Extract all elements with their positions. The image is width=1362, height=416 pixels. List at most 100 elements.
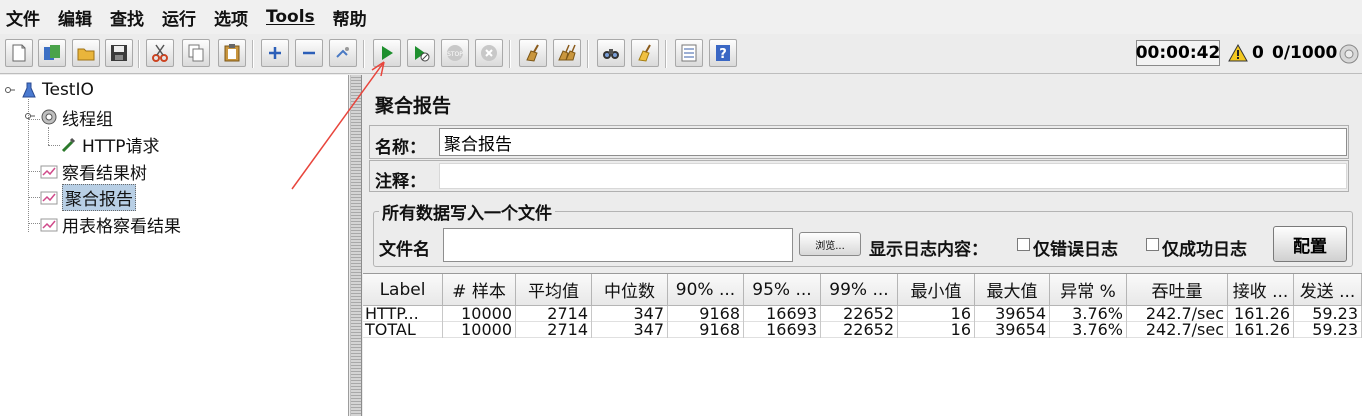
column-header[interactable]: 最小值 — [898, 274, 975, 306]
table-cell: 161.26 — [1228, 322, 1294, 338]
broom-all-icon — [558, 44, 576, 61]
search-button[interactable] — [597, 39, 625, 67]
expand-all-button[interactable] — [261, 39, 289, 67]
tree-node-thread-group[interactable]: 线程组 — [40, 105, 113, 130]
menu-file[interactable]: 文件 — [6, 5, 40, 30]
browse-button[interactable]: 浏览... — [799, 232, 861, 256]
table-cell: 16693 — [744, 322, 821, 338]
table-cell: 347 — [592, 322, 668, 338]
toolbar-separator — [138, 40, 140, 68]
table-cell: 39654 — [975, 322, 1050, 338]
column-header[interactable]: 99% ... — [821, 274, 898, 306]
column-header[interactable]: 平均值 — [516, 274, 592, 306]
paste-button[interactable] — [218, 39, 246, 67]
column-header[interactable]: 90% ... — [668, 274, 744, 306]
gear-icon — [40, 108, 58, 126]
templates-icon — [44, 45, 60, 60]
menu-help[interactable]: 帮助 — [333, 5, 367, 30]
configure-button[interactable]: 配置 — [1273, 226, 1347, 262]
table-cell: 22652 — [821, 306, 898, 322]
errors-only-checkbox[interactable] — [1017, 238, 1030, 251]
help-button[interactable]: ? — [709, 39, 737, 67]
menu-run[interactable]: 运行 — [162, 5, 196, 30]
column-header[interactable]: 发送 ... — [1294, 274, 1362, 306]
menu-edit[interactable]: 编辑 — [58, 5, 92, 30]
tree-connector — [48, 127, 49, 145]
tree-node-aggregate-report[interactable]: 聚合报告 — [40, 183, 136, 211]
tree-node-label: 察看结果树 — [62, 163, 147, 184]
filename-input[interactable] — [443, 228, 793, 262]
tree-node-label: 聚合报告 — [62, 183, 136, 211]
menu-options[interactable]: 选项 — [214, 5, 248, 30]
column-header[interactable]: Label — [363, 274, 443, 306]
start-icon — [382, 46, 393, 60]
toolbar-separator — [363, 40, 365, 68]
clear-button[interactable] — [519, 39, 547, 67]
toggle-button[interactable] — [329, 39, 357, 67]
reset-search-icon — [638, 44, 651, 62]
collapse-all-button[interactable] — [295, 39, 323, 67]
plus-icon — [269, 47, 281, 59]
results-table: Label # 样本 平均值 中位数 90% ... 95% ... 99% ... 最小值最… — [363, 273, 1362, 416]
cut-button[interactable] — [146, 39, 174, 67]
start-no-pauses-button[interactable] — [407, 39, 435, 67]
table-cell: 3.76% — [1050, 306, 1127, 322]
chart-icon — [40, 215, 58, 233]
table-cell: 22652 — [821, 322, 898, 338]
new-button[interactable] — [5, 39, 33, 67]
clear-all-button[interactable] — [553, 39, 581, 67]
table-cell: 9168 — [668, 322, 744, 338]
function-helper-button[interactable] — [675, 39, 703, 67]
chart-icon — [40, 162, 58, 180]
column-header[interactable]: 接收 ... — [1228, 274, 1294, 306]
expand-toggle-icon[interactable] — [25, 111, 35, 121]
open-button[interactable] — [72, 39, 100, 67]
column-header[interactable]: 最大值 — [975, 274, 1050, 306]
menu-search[interactable]: 查找 — [110, 5, 144, 30]
table-cell: 161.26 — [1228, 306, 1294, 322]
table-row[interactable]: HTTP... 10000 2714 347 9168 16693 22652 16 39654… — [363, 306, 1362, 322]
elapsed-timer: 00:00:42 — [1136, 40, 1220, 66]
column-header[interactable]: 中位数 — [592, 274, 668, 306]
table-cell: 242.7/sec — [1127, 322, 1228, 338]
comment-field[interactable] — [439, 163, 1347, 189]
save-button[interactable] — [105, 39, 133, 67]
table-row[interactable]: TOTAL 10000 2714 347 9168 16693 22652 16 39654 3.… — [363, 322, 1362, 338]
tree-node-label: 线程组 — [62, 109, 113, 130]
name-label: 名称： — [375, 138, 426, 158]
success-only-checkbox[interactable] — [1146, 238, 1159, 251]
start-button[interactable] — [373, 39, 401, 67]
expand-toggle-icon[interactable] — [5, 85, 15, 95]
name-field[interactable]: 聚合报告 — [439, 128, 1347, 156]
tree-node-http-request[interactable]: HTTP请求 — [60, 132, 160, 157]
column-header[interactable]: # 样本 — [443, 274, 516, 306]
table-cell: 10000 — [443, 306, 516, 322]
tree-node-view-results-tree[interactable]: 察看结果树 — [40, 159, 147, 184]
reset-search-button[interactable] — [631, 39, 659, 67]
pipette-icon — [60, 135, 78, 153]
column-header[interactable]: 异常 % — [1050, 274, 1127, 306]
svg-text:?: ? — [719, 47, 727, 62]
stop-button[interactable]: STOP — [441, 39, 469, 67]
comment-label: 注释： — [375, 172, 426, 192]
menu-tools[interactable]: Tools — [266, 7, 315, 27]
tree-node-test-plan[interactable]: TestIO — [20, 78, 94, 102]
test-plan-tree: TestIO 线程组 HTTP请求 察看结果树 聚合报告 用表格察看结果 — [0, 75, 349, 416]
menu-bar: 文件 编辑 查找 运行 选项 Tools 帮助 — [0, 0, 1362, 34]
table-cell: 9168 — [668, 306, 744, 322]
column-header[interactable]: 95% ... — [744, 274, 821, 306]
broom-icon — [526, 44, 539, 62]
tree-node-view-results-table[interactable]: 用表格察看结果 — [40, 212, 181, 237]
column-header[interactable]: 吞吐量 — [1127, 274, 1228, 306]
copy-button[interactable] — [182, 39, 210, 67]
toolbar-separator — [509, 40, 511, 68]
table-cell: 59.23 — [1294, 322, 1362, 338]
warning-icon[interactable] — [1228, 44, 1248, 62]
minus-icon — [303, 51, 315, 55]
new-icon — [12, 44, 26, 62]
templates-button[interactable] — [38, 39, 66, 67]
toolbar-separator — [665, 40, 667, 68]
split-pane-divider[interactable] — [350, 75, 362, 416]
paste-icon — [224, 44, 240, 62]
shutdown-button[interactable] — [475, 39, 503, 67]
